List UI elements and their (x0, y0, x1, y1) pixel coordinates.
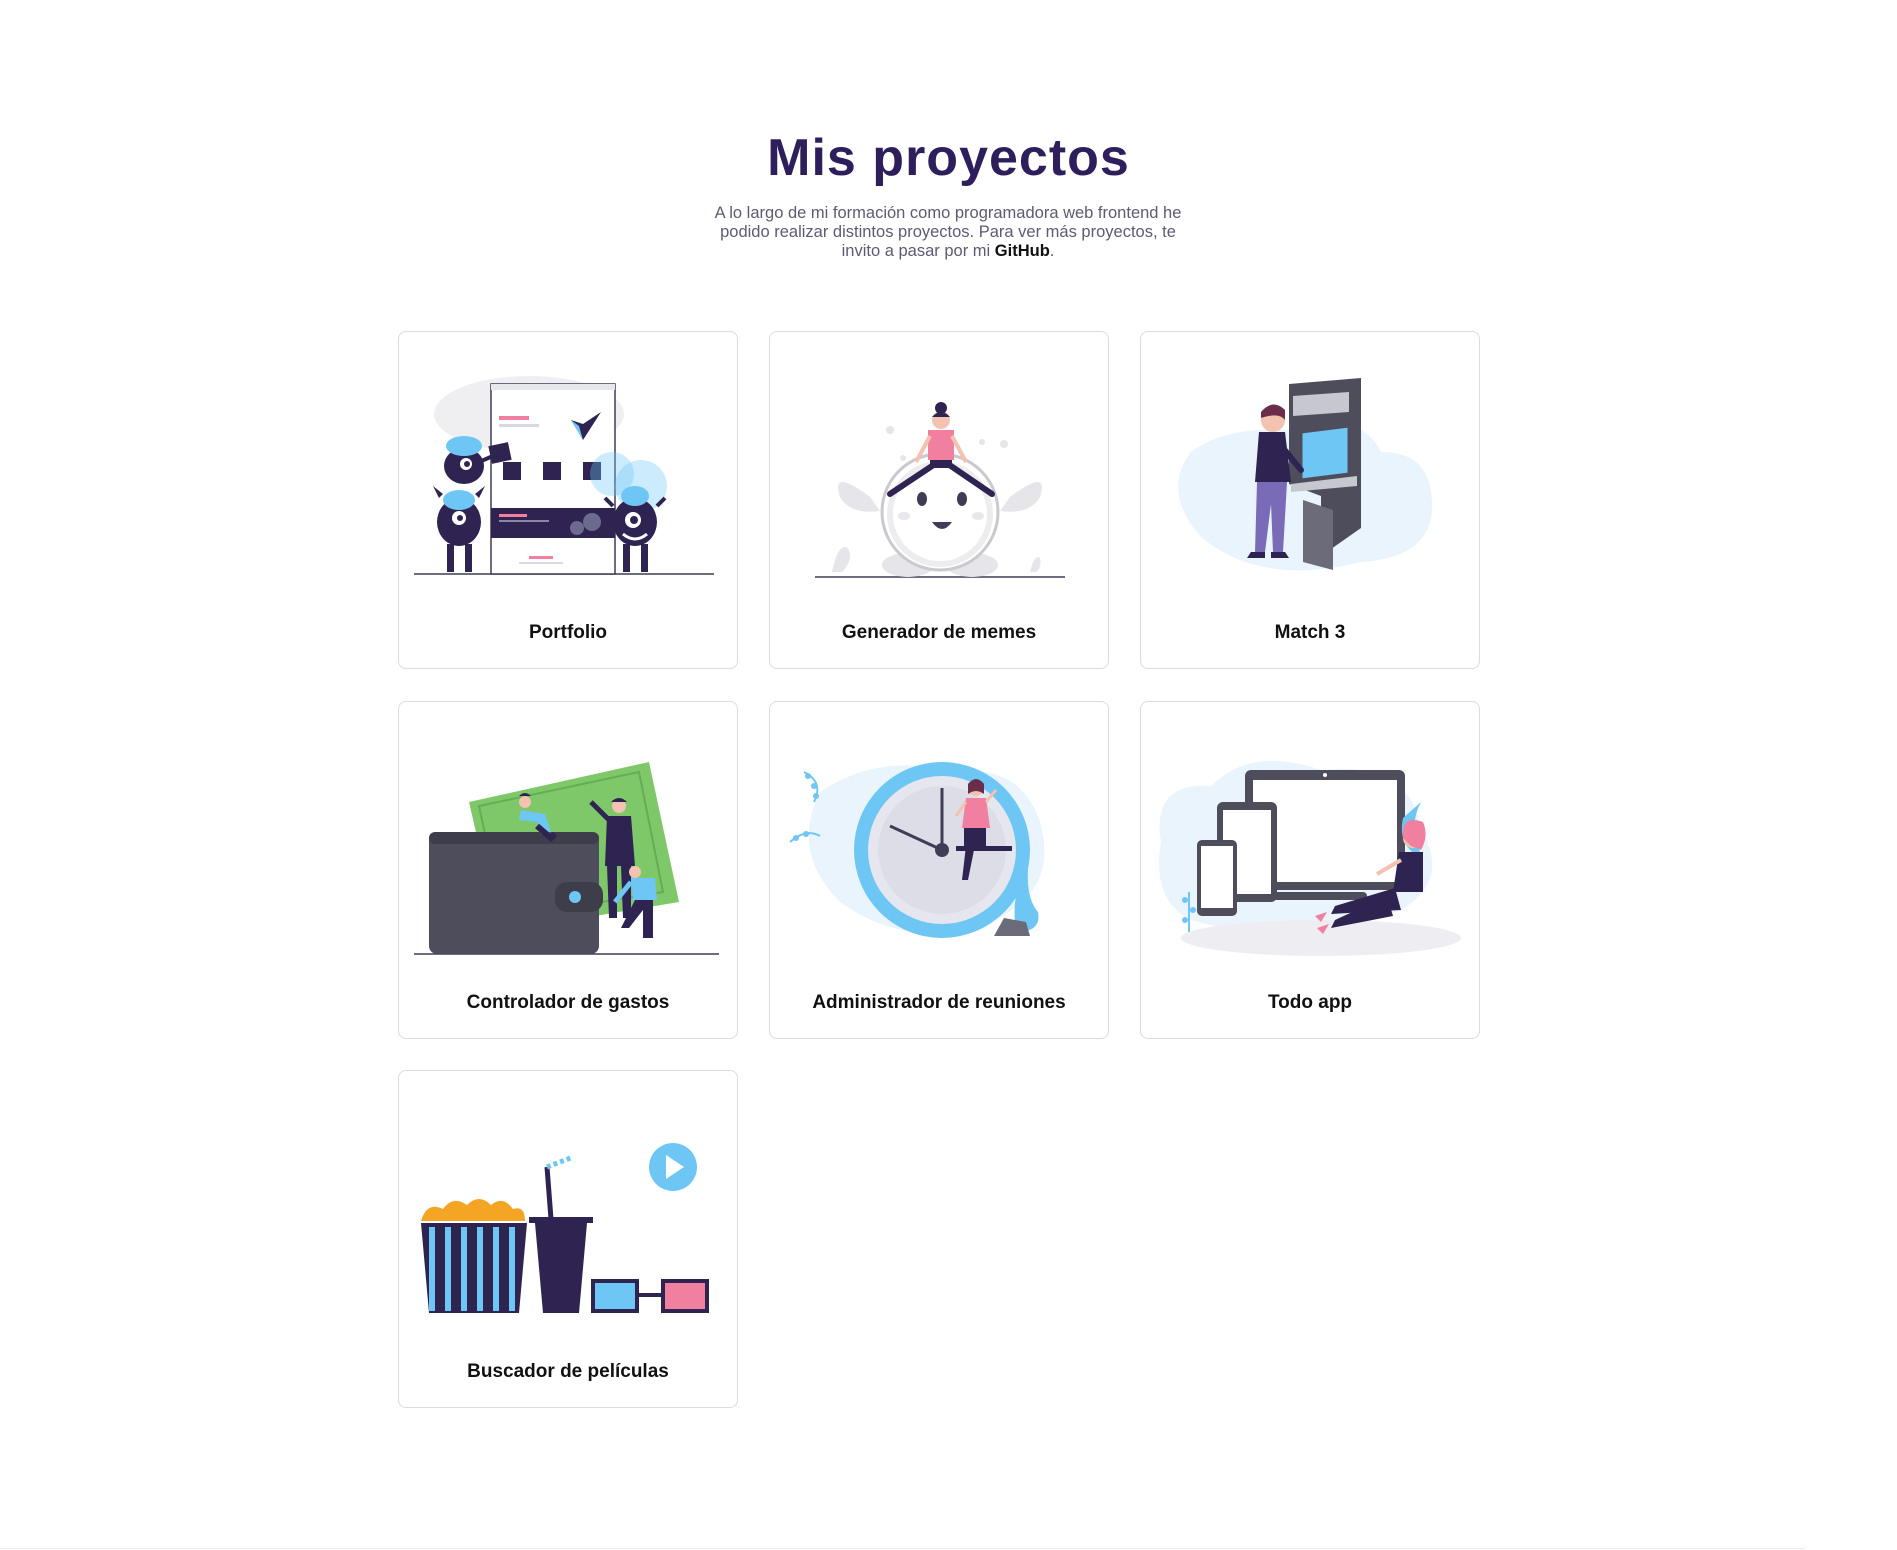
project-title: Administrador de reuniones (812, 992, 1066, 1013)
project-card-controlador-de-gastos[interactable]: Controlador de gastos (398, 701, 738, 1039)
girl-on-smiling-ball-illustration (815, 402, 1065, 578)
project-title: Match 3 (1274, 622, 1346, 643)
page-title: Mis proyectos (767, 129, 1130, 187)
project-card-administrador-de-reuniones[interactable]: Administrador de reuniones (769, 701, 1109, 1039)
intro-text: A lo largo de mi formación como programa… (708, 204, 1188, 261)
intro-end: . (1049, 242, 1055, 260)
project-card-generador-de-memes[interactable]: Generador de memes (769, 331, 1109, 669)
github-link[interactable]: GitHub (995, 242, 1050, 260)
woman-on-clock-illustration (789, 762, 1045, 938)
project-title: Controlador de gastos (466, 992, 670, 1013)
footer-divider (0, 1548, 1805, 1549)
intro-body: A lo largo de mi formación como programa… (714, 204, 1182, 260)
project-card-todo-app[interactable]: Todo app (1140, 701, 1480, 1039)
project-title: Generador de memes (841, 622, 1037, 643)
devices-and-woman-illustration (1159, 761, 1461, 956)
project-card-portfolio[interactable]: Portfolio (398, 331, 738, 669)
project-title: Buscador de películas (467, 1361, 669, 1382)
project-card-match-3[interactable]: Match 3 (1140, 331, 1480, 669)
website-with-monsters-illustration (414, 376, 714, 575)
project-card-buscador-de-peliculas[interactable]: Buscador de películas (398, 1070, 738, 1408)
popcorn-soda-3d-glasses-illustration (421, 1143, 709, 1313)
project-title: Portfolio (528, 622, 608, 643)
project-title: Todo app (1267, 992, 1353, 1013)
arcade-machine-player-illustration (1178, 378, 1433, 571)
wallet-and-money-illustration (414, 762, 719, 955)
